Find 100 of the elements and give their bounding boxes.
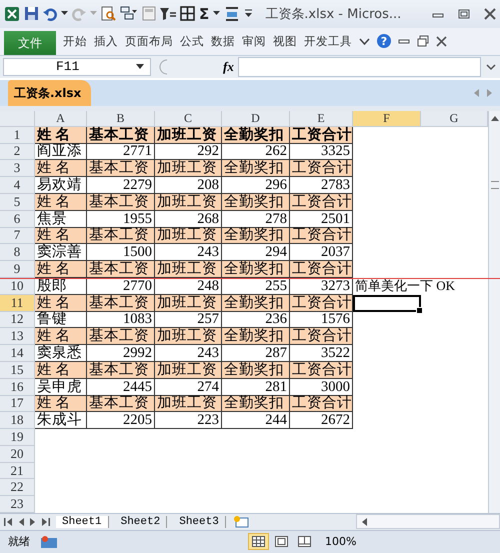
restore-icon[interactable] <box>458 8 470 20</box>
align-icon[interactable] <box>224 6 240 22</box>
ribbon-tab[interactable]: 审阅 <box>242 34 266 49</box>
chevron-icon[interactable] <box>359 36 370 46</box>
last-sheet-icon[interactable] <box>42 518 50 526</box>
ribbon-tab[interactable]: 视图 <box>273 34 297 49</box>
table-cell: 1955 <box>87 210 155 228</box>
table-cell: 3000 <box>290 378 353 396</box>
table-cell: 姓 名 <box>35 194 87 211</box>
table-cell: 姓 名 <box>35 126 87 144</box>
sum-button[interactable]: Σ <box>199 4 210 23</box>
name-box[interactable]: F11 <box>3 58 151 76</box>
row-header[interactable]: 6 <box>0 210 35 228</box>
insert-function-button[interactable]: fx <box>223 58 234 75</box>
zoom-level[interactable]: 100% <box>325 535 356 548</box>
row-header[interactable]: 14 <box>0 345 35 362</box>
table-cell: 294 <box>222 244 290 262</box>
row-header[interactable]: 15 <box>0 362 35 379</box>
row-header[interactable]: 5 <box>0 194 35 211</box>
ribbon-tab[interactable]: 数据 <box>211 34 235 49</box>
insert-sheet-icon[interactable] <box>232 515 250 528</box>
first-sheet-icon[interactable] <box>4 518 12 526</box>
caret-icon[interactable] <box>61 11 68 16</box>
filter-icon[interactable] <box>160 6 176 21</box>
row-header[interactable]: 17 <box>0 396 35 412</box>
row-header[interactable]: 1 <box>0 126 35 144</box>
row-header[interactable]: 13 <box>0 328 35 346</box>
table-cell: 全勤奖扣 <box>222 261 290 278</box>
row-header[interactable]: 23 <box>0 496 35 514</box>
help-button[interactable]: ? <box>377 34 391 48</box>
table-cell: 基本工资 <box>87 362 155 379</box>
column-header[interactable]: G <box>421 110 488 127</box>
borders-icon[interactable] <box>180 6 195 22</box>
column-header[interactable]: D <box>222 110 290 127</box>
row-header[interactable]: 19 <box>0 429 35 446</box>
horizontal-scrollbar[interactable] <box>356 514 500 530</box>
undo-icon[interactable] <box>43 6 57 21</box>
column-header[interactable]: F <box>353 110 421 127</box>
table-cell: 姓 名 <box>35 294 87 312</box>
sheet-tab[interactable]: Sheet3 <box>173 516 226 528</box>
row-header[interactable]: 11 <box>0 294 35 312</box>
table-cell: 姓 名 <box>35 328 87 346</box>
caret-icon[interactable] <box>213 11 220 16</box>
note-cell-text: 简单美化一下 OK <box>354 278 456 295</box>
row-header[interactable]: 16 <box>0 378 35 396</box>
table-cell: 全勤奖扣 <box>222 228 290 244</box>
row-header[interactable]: 22 <box>0 479 35 496</box>
row-header[interactable]: 4 <box>0 177 35 194</box>
row-header[interactable]: 8 <box>0 244 35 262</box>
table-cell: 208 <box>155 177 222 194</box>
table-cell: 2445 <box>87 378 155 396</box>
restore-icon[interactable] <box>417 35 429 48</box>
file-tab[interactable]: 文件 <box>4 31 56 56</box>
column-header[interactable]: C <box>155 110 222 127</box>
previous-sheet-icon[interactable] <box>18 518 24 526</box>
row-header[interactable]: 7 <box>0 228 35 244</box>
close-icon[interactable] <box>484 8 496 20</box>
row-header[interactable]: 3 <box>0 160 35 178</box>
ribbon-tab[interactable]: 页面布局 <box>125 34 173 49</box>
sheet-tab[interactable]: Sheet1 <box>56 516 109 528</box>
table-cell: 287 <box>222 345 290 362</box>
table-cell: 1500 <box>87 244 155 262</box>
row-header[interactable]: 18 <box>0 412 35 430</box>
column-header[interactable]: E <box>290 110 353 127</box>
table-cell: 加班工资 <box>155 396 222 412</box>
formula-input[interactable] <box>238 56 481 77</box>
column-header[interactable]: A <box>35 110 87 127</box>
next-sheet-icon[interactable] <box>30 518 36 526</box>
scroll-up-icon[interactable] <box>490 114 498 121</box>
excel-icon[interactable] <box>4 6 20 22</box>
table-cell: 257 <box>155 312 222 328</box>
row-header[interactable]: 9 <box>0 261 35 278</box>
save-icon[interactable] <box>24 6 39 22</box>
table-cell: 1083 <box>87 312 155 328</box>
table-cell: 加班工资 <box>155 126 222 144</box>
active-cell[interactable] <box>353 294 421 312</box>
vertical-scrollbar[interactable] <box>488 110 500 514</box>
column-header[interactable]: B <box>87 110 155 127</box>
row-header[interactable]: 12 <box>0 312 35 328</box>
print-preview-icon[interactable] <box>101 6 116 22</box>
ribbon-tab[interactable]: 开发工具 <box>304 34 352 49</box>
macro-record-icon[interactable] <box>40 534 58 549</box>
close-icon[interactable] <box>436 36 447 47</box>
status-text: 就绪 <box>8 534 30 550</box>
ribbon-tab[interactable]: 开始 <box>63 34 87 49</box>
row-header[interactable]: 20 <box>0 446 35 463</box>
sheet-tab[interactable]: Sheet2 <box>114 516 168 528</box>
table-cell: 姓 名 <box>35 396 87 412</box>
ribbon-tab[interactable]: 插入 <box>94 34 118 49</box>
expand-icon[interactable] <box>485 62 497 72</box>
normal-view-button[interactable] <box>248 533 269 550</box>
table-cell: 工资合计 <box>290 228 353 244</box>
row-header[interactable]: 21 <box>0 462 35 480</box>
table-cell: 1576 <box>290 312 353 328</box>
row-header[interactable]: 2 <box>0 144 35 160</box>
scroll-left-icon[interactable] <box>360 518 367 526</box>
workbook-tab[interactable]: 工资条.xlsx <box>8 80 92 106</box>
ribbon-tab[interactable]: 公式 <box>180 34 204 49</box>
table-cell: 262 <box>222 144 290 160</box>
layout-icon[interactable] <box>120 6 138 22</box>
